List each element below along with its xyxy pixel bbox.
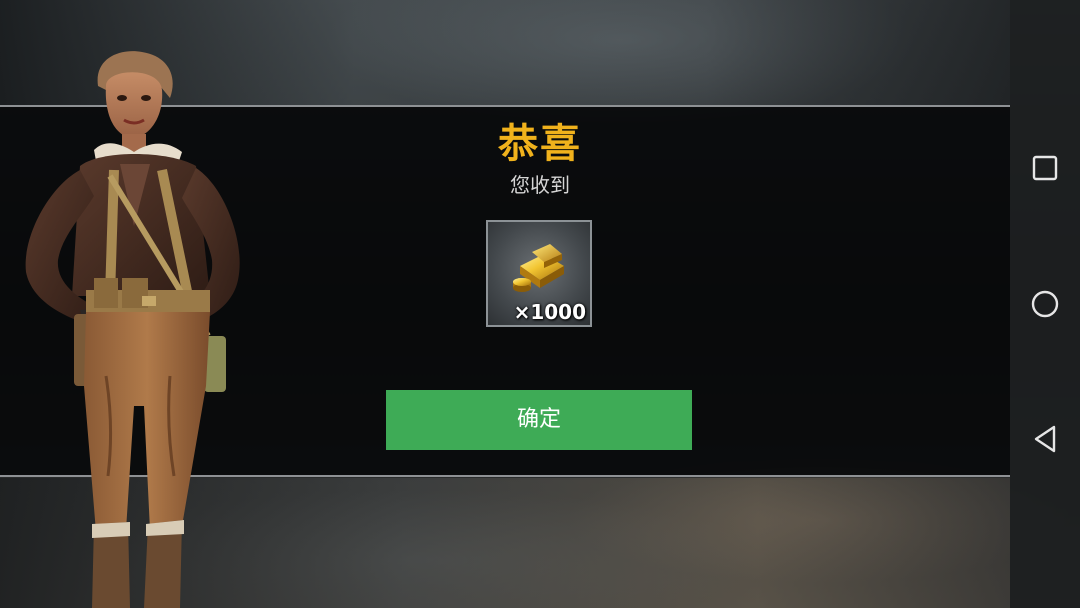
recent-apps-icon[interactable] [1025, 148, 1065, 188]
confirm-button[interactable]: 确定 [386, 390, 692, 450]
dialog-subtitle: 您收到 [510, 173, 570, 197]
reward-item-slot[interactable]: ×1000 [486, 220, 592, 327]
home-icon[interactable] [1025, 284, 1065, 324]
gold-bars-icon [513, 244, 564, 292]
character-portrait [25, 51, 240, 608]
dialog-title: 恭喜 [498, 121, 582, 167]
android-navigation-bar [1010, 0, 1080, 608]
back-icon[interactable] [1025, 419, 1065, 459]
reward-quantity: ×1000 [513, 300, 586, 324]
game-screen: 恭喜 您收到 ×1000 确定 [0, 0, 1080, 608]
